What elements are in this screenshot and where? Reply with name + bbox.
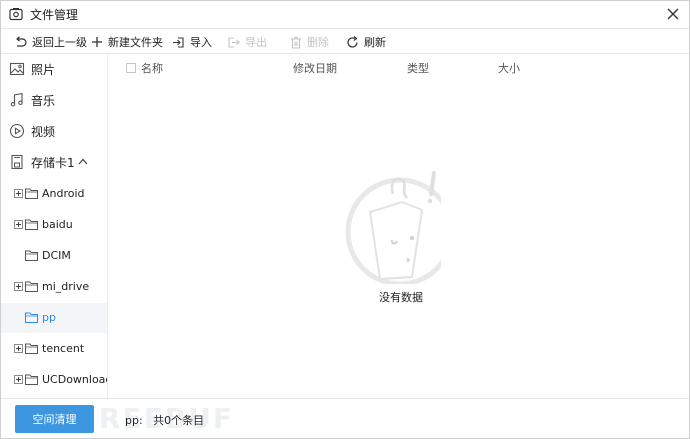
chevron-up-icon[interactable] bbox=[78, 158, 88, 165]
sidebar-item-label: 存储卡1 bbox=[31, 155, 75, 170]
folder-icon bbox=[25, 343, 38, 354]
sidebar: 照片 音乐 视频 存储卡1 Android baidu DCIM mi_driv… bbox=[1, 54, 108, 398]
current-folder: pp: bbox=[125, 414, 143, 427]
import-button[interactable]: 导入 bbox=[172, 33, 212, 51]
expand-icon[interactable] bbox=[14, 282, 23, 291]
tree-item-tencent[interactable]: tencent bbox=[1, 334, 107, 364]
title-bar: 文件管理 bbox=[1, 1, 689, 29]
plus-icon bbox=[92, 37, 102, 47]
photo-icon bbox=[9, 62, 25, 76]
column-size[interactable]: 大小 bbox=[498, 62, 520, 76]
new-folder-button[interactable]: 新建文件夹 bbox=[91, 33, 163, 51]
tree-item-dcim[interactable]: DCIM bbox=[1, 241, 107, 271]
music-note-icon bbox=[10, 92, 23, 107]
import-label: 导入 bbox=[190, 36, 212, 49]
sidebar-item-label: 视频 bbox=[31, 124, 56, 139]
tree-item-ucdownloads[interactable]: UCDownloads bbox=[1, 365, 107, 395]
toolbar: 返回上一级 新建文件夹 导入 导出 删除 刷新 bbox=[1, 29, 689, 54]
file-manager-window: 文件管理 返回上一级 新建文件夹 导入 导出 删除 刷新 照片 音乐 视频 存储… bbox=[0, 0, 690, 439]
tree-item-label: mi_drive bbox=[42, 280, 90, 293]
tree-item-mi-drive[interactable]: mi_drive bbox=[1, 272, 107, 302]
tree-item-label: UCDownloads bbox=[42, 373, 107, 386]
expand-icon[interactable] bbox=[14, 375, 23, 384]
window-title: 文件管理 bbox=[30, 8, 79, 22]
empty-state-text: 没有数据 bbox=[379, 291, 423, 304]
sidebar-item-photos[interactable]: 照片 bbox=[1, 54, 107, 84]
camera-icon bbox=[9, 8, 23, 21]
select-all-checkbox[interactable] bbox=[126, 63, 136, 73]
tree-item-baidu[interactable]: baidu bbox=[1, 210, 107, 240]
sd-card-icon bbox=[11, 154, 23, 170]
new-folder-label: 新建文件夹 bbox=[108, 36, 163, 49]
export-button[interactable]: 导出 bbox=[227, 33, 267, 51]
item-count: 共0个条目 bbox=[153, 414, 205, 427]
column-name[interactable]: 名称 bbox=[141, 62, 163, 76]
tree-item-label: Android bbox=[42, 187, 85, 200]
open-folder-icon bbox=[25, 312, 38, 323]
delete-button[interactable]: 删除 bbox=[290, 33, 329, 51]
folder-icon bbox=[25, 219, 38, 230]
sidebar-item-storage[interactable]: 存储卡1 bbox=[1, 147, 107, 177]
tree-item-label: DCIM bbox=[42, 249, 71, 262]
play-circle-icon bbox=[9, 123, 25, 139]
sidebar-item-video[interactable]: 视频 bbox=[1, 116, 107, 146]
space-cleanup-button[interactable]: 空间清理 bbox=[15, 405, 94, 433]
import-icon bbox=[173, 36, 184, 48]
tree-item-label: baidu bbox=[42, 218, 73, 231]
status-bar: pp: 共0个条目 bbox=[125, 412, 204, 428]
undo-arrow-icon bbox=[16, 35, 27, 47]
column-type[interactable]: 类型 bbox=[407, 62, 429, 76]
footer-bar: REEBUF 空间清理 pp: 共0个条目 bbox=[1, 398, 689, 438]
back-label: 返回上一级 bbox=[32, 36, 87, 49]
expand-icon[interactable] bbox=[14, 189, 23, 198]
export-label: 导出 bbox=[245, 36, 267, 49]
refresh-icon bbox=[347, 35, 358, 48]
column-modified[interactable]: 修改日期 bbox=[293, 62, 337, 76]
sidebar-item-label: 音乐 bbox=[31, 93, 56, 108]
tree-item-pp[interactable]: pp bbox=[1, 303, 107, 333]
trash-icon bbox=[291, 36, 301, 49]
back-button[interactable]: 返回上一级 bbox=[14, 33, 87, 51]
close-icon[interactable] bbox=[665, 6, 681, 22]
tree-item-label: pp bbox=[42, 311, 56, 324]
empty-bag-icon bbox=[345, 171, 441, 284]
column-header: 名称 修改日期 类型 大小 bbox=[109, 54, 689, 84]
expand-icon[interactable] bbox=[14, 220, 23, 229]
tree-item-android[interactable]: Android bbox=[1, 179, 107, 209]
sidebar-item-label: 照片 bbox=[31, 62, 56, 77]
refresh-button[interactable]: 刷新 bbox=[346, 33, 386, 51]
folder-icon bbox=[25, 374, 38, 385]
tree-item-label: tencent bbox=[42, 342, 85, 355]
refresh-label: 刷新 bbox=[364, 36, 386, 49]
sidebar-item-music[interactable]: 音乐 bbox=[1, 85, 107, 115]
delete-label: 删除 bbox=[307, 36, 329, 49]
folder-icon bbox=[25, 188, 38, 199]
folder-icon bbox=[25, 250, 38, 261]
expand-icon[interactable] bbox=[14, 344, 23, 353]
export-icon bbox=[228, 36, 240, 48]
folder-icon bbox=[25, 281, 38, 292]
